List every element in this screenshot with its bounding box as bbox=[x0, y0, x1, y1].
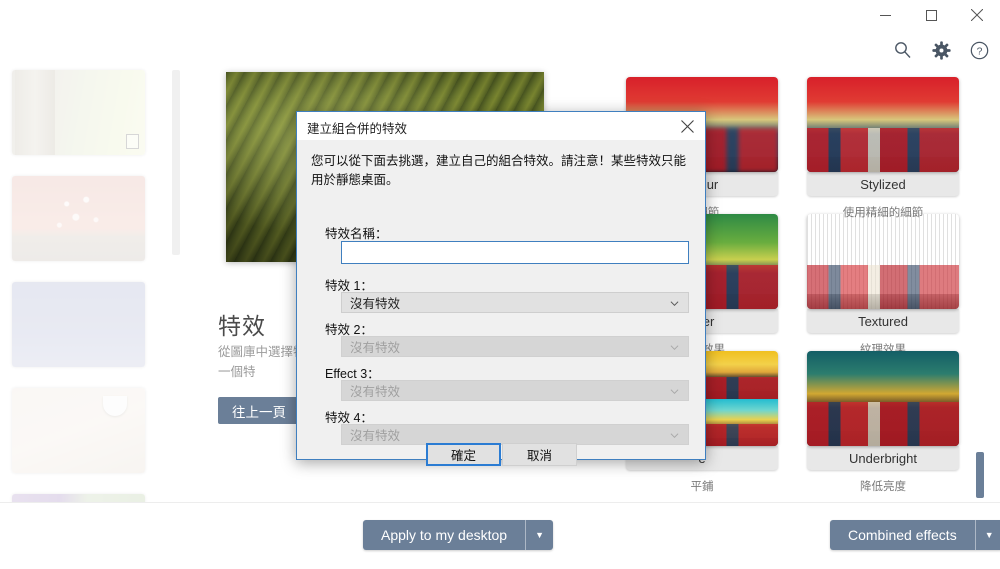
effect3-select[interactable]: 沒有特效 bbox=[341, 380, 689, 401]
list-item[interactable] bbox=[12, 282, 145, 367]
effect1-select[interactable]: 沒有特效 bbox=[341, 292, 689, 313]
effect-thumbnail[interactable] bbox=[807, 214, 959, 309]
chevron-down-icon bbox=[670, 297, 679, 307]
multi-image-badge-icon bbox=[126, 134, 139, 149]
close-button[interactable] bbox=[954, 0, 1000, 30]
effect-name: Stylized bbox=[807, 172, 959, 196]
dialog-close-icon[interactable] bbox=[669, 112, 705, 140]
effect-card[interactable]: Underbright 降低亮度 bbox=[807, 351, 959, 494]
effect-name-input[interactable] bbox=[341, 241, 689, 264]
effect-thumbnail[interactable] bbox=[807, 77, 959, 172]
right-scrollbar[interactable] bbox=[976, 452, 984, 498]
effect2-value: 沒有特效 bbox=[350, 341, 401, 355]
combined-effects-button[interactable]: Combined effects ▼ bbox=[830, 520, 1000, 550]
chevron-down-icon bbox=[670, 341, 679, 351]
dialog-title: 建立組合併的特效 bbox=[307, 122, 408, 136]
combined-effects-label: Combined effects bbox=[848, 527, 957, 543]
list-item[interactable] bbox=[12, 176, 145, 261]
dialog-title-bar: 建立組合併的特效 bbox=[297, 112, 705, 140]
effect-thumbnail[interactable] bbox=[807, 351, 959, 446]
cancel-button[interactable]: 取消 bbox=[502, 443, 577, 466]
page-title: 特效 bbox=[218, 313, 266, 339]
list-item[interactable] bbox=[12, 388, 145, 473]
effect-card[interactable]: Stylized 使用精細的細節 bbox=[807, 77, 959, 220]
back-button[interactable]: 往上一頁 bbox=[218, 397, 300, 424]
effect-name: Underbright bbox=[807, 446, 959, 470]
title-bar bbox=[0, 0, 1000, 30]
effect-name: Textured bbox=[807, 309, 959, 333]
toolbar: ? bbox=[892, 36, 990, 64]
apply-to-desktop-button[interactable]: Apply to my desktop ▼ bbox=[363, 520, 554, 550]
chevron-down-icon bbox=[670, 429, 679, 439]
effect4-select[interactable]: 沒有特效 bbox=[341, 424, 689, 445]
dialog-body: 您可以從下面去挑選，建立自己的組合特效。請注意！某些特效只能用於靜態桌面。 特效… bbox=[297, 140, 705, 466]
maximize-button[interactable] bbox=[908, 0, 954, 30]
list-item[interactable] bbox=[12, 70, 145, 155]
app-window: ? 特效 從圖庫中選擇特效，選擇第一個特 往上一頁 d blur 的細節 Sty… bbox=[0, 0, 1000, 569]
effect4-value: 沒有特效 bbox=[350, 429, 401, 443]
chevron-down-icon[interactable]: ▼ bbox=[525, 520, 553, 550]
minimize-button[interactable] bbox=[862, 0, 908, 30]
search-icon[interactable] bbox=[892, 39, 914, 61]
dialog-message: 您可以從下面去挑選，建立自己的組合特效。請注意！某些特效只能用於靜態桌面。 bbox=[311, 154, 687, 187]
help-icon[interactable]: ? bbox=[968, 39, 990, 61]
effect-subtitle: 平鋪 bbox=[690, 481, 714, 493]
ok-button[interactable]: 確定 bbox=[426, 443, 501, 466]
effect-subtitle: 降低亮度 bbox=[860, 481, 906, 493]
create-combined-effect-dialog: 建立組合併的特效 您可以從下面去挑選，建立自己的組合特效。請注意！某些特效只能用… bbox=[296, 111, 706, 466]
effect3-value: 沒有特效 bbox=[350, 385, 401, 399]
left-scrollbar[interactable] bbox=[172, 70, 180, 255]
effect2-select[interactable]: 沒有特效 bbox=[341, 336, 689, 357]
effect1-value: 沒有特效 bbox=[350, 297, 401, 311]
gear-icon[interactable] bbox=[930, 39, 952, 61]
wallpaper-thumbnail-rail[interactable] bbox=[0, 62, 196, 562]
chevron-down-icon[interactable]: ▼ bbox=[974, 520, 1000, 550]
chevron-down-icon bbox=[670, 385, 679, 395]
effect-card[interactable]: Textured 紋理效果 bbox=[807, 214, 959, 357]
svg-text:?: ? bbox=[976, 46, 982, 57]
apply-to-desktop-label: Apply to my desktop bbox=[381, 527, 508, 543]
effect-name-label: 特效名稱： bbox=[325, 227, 388, 241]
